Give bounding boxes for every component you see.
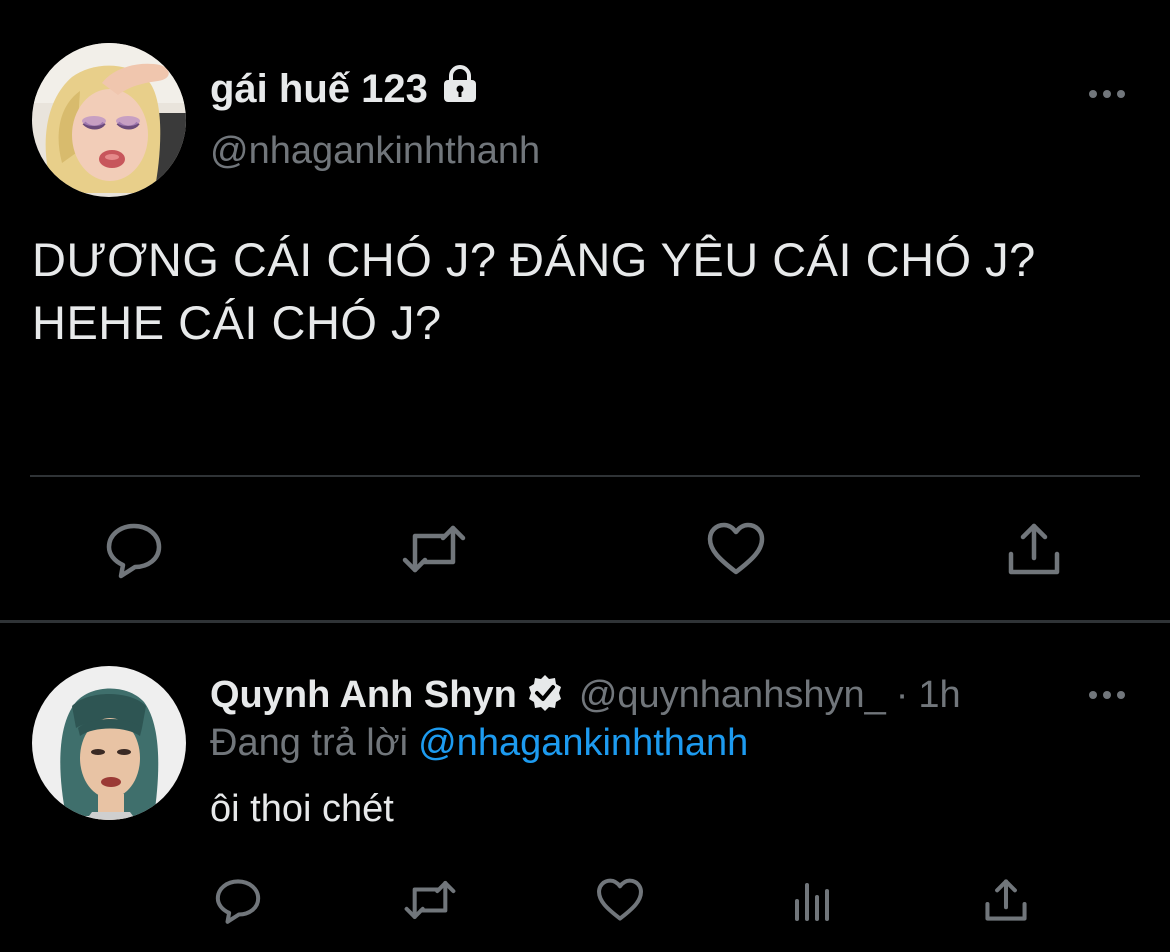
reply-button[interactable] (210, 872, 266, 928)
display-name[interactable]: Quynh Anh Shyn (210, 674, 517, 717)
section-divider (0, 620, 1170, 623)
lock-icon (440, 64, 480, 114)
reply-button[interactable] (100, 515, 168, 583)
retweet-button[interactable] (398, 515, 470, 583)
mention-link[interactable]: @nhagankinhthanh (418, 722, 748, 764)
share-button[interactable] (978, 872, 1034, 928)
heart-icon (597, 878, 643, 921)
avatar-image (32, 666, 186, 820)
tweet-text-line: DƯƠNG CÁI CHÓ J? ĐÁNG YÊU CÁI CHÓ J? (32, 233, 1036, 286)
tweet-text: DƯƠNG CÁI CHÓ J? ĐÁNG YÊU CÁI CHÓ J? HEH… (32, 228, 1152, 354)
share-button[interactable] (1000, 515, 1068, 583)
more-options-icon[interactable] (1086, 82, 1128, 106)
separator-dot: · (895, 673, 909, 716)
avatar-image (32, 43, 186, 197)
replying-label: Đang trả lời (210, 722, 409, 764)
reply-icon (106, 523, 162, 579)
display-name-text: gái huế 123 (210, 66, 428, 111)
display-name[interactable]: gái huế 123 (210, 64, 480, 114)
verified-badge-icon (525, 673, 565, 718)
main-tweet: gái huế 123 @nhagankinhthanh DƯƠNG CÁI C… (0, 0, 1170, 620)
timestamp[interactable]: 1h (918, 674, 960, 717)
replying-to: Đang trả lời @nhagankinhthanh (210, 722, 748, 765)
tweet-text: ôi thoi chét (210, 788, 394, 830)
divider (30, 475, 1140, 477)
share-icon (1008, 523, 1060, 575)
views-button[interactable] (786, 872, 842, 928)
handle[interactable]: @nhagankinhthanh (210, 130, 540, 173)
reply-icon (215, 879, 261, 924)
avatar[interactable] (32, 666, 186, 820)
like-button[interactable] (702, 515, 770, 583)
avatar[interactable] (32, 43, 186, 197)
more-options-icon[interactable] (1086, 683, 1128, 707)
reply-header: Quynh Anh Shyn @quynhanhshyn_ · 1h (210, 672, 961, 718)
retweet-icon (402, 525, 466, 573)
heart-icon (707, 522, 765, 575)
retweet-button[interactable] (398, 872, 462, 928)
views-icon (795, 883, 829, 921)
retweet-icon (404, 881, 456, 919)
like-button[interactable] (592, 872, 648, 928)
handle[interactable]: @quynhanhshyn_ (579, 674, 886, 717)
share-icon (985, 879, 1027, 921)
tweet-text-line: HEHE CÁI CHÓ J? (32, 296, 442, 349)
